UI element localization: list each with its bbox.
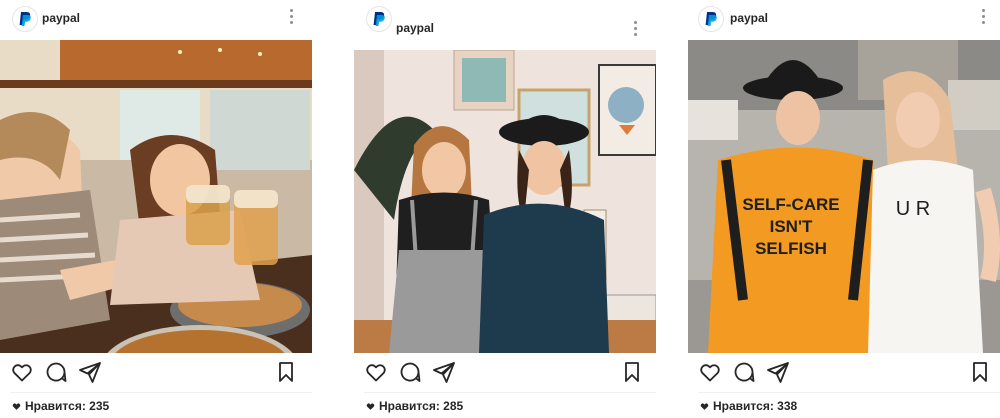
shirt-text-line3: SELFISH [755, 239, 827, 258]
post-header: paypal [12, 0, 312, 38]
post-actions [698, 360, 1000, 386]
share-icon[interactable] [432, 360, 456, 384]
post-photo[interactable]: SELF-CARE ISN'T SELFISH U R [688, 40, 1000, 353]
divider [698, 392, 1000, 393]
likes-count[interactable]: Нравится: 235 [12, 399, 109, 413]
heart-small-icon [700, 403, 709, 410]
likes-number: 285 [443, 399, 464, 413]
more-options-icon[interactable] [982, 9, 986, 25]
comment-icon[interactable] [398, 360, 422, 384]
avatar[interactable] [12, 6, 38, 32]
likes-count[interactable]: Нравится: 338 [700, 399, 797, 413]
share-icon[interactable] [78, 360, 102, 384]
heart-small-icon [12, 403, 21, 410]
heart-icon[interactable] [10, 360, 34, 384]
avatar[interactable] [698, 6, 724, 32]
avatar[interactable] [366, 6, 392, 32]
likes-number: 338 [777, 399, 798, 413]
share-icon[interactable] [766, 360, 790, 384]
more-options-icon[interactable] [290, 9, 294, 25]
post-card-2: paypal Нравится: 285 [354, 0, 656, 418]
likes-label: Нравится: [25, 399, 86, 413]
more-options-icon[interactable] [634, 21, 638, 37]
shirt-text-line1: SELF-CARE [742, 195, 839, 214]
likes-count[interactable]: Нравится: 285 [366, 399, 463, 413]
paypal-logo-icon [373, 12, 385, 26]
post-actions [10, 360, 312, 386]
username[interactable]: paypal [396, 21, 434, 35]
bookmark-icon[interactable] [968, 360, 992, 384]
post-actions [364, 360, 656, 386]
divider [364, 392, 656, 393]
post-photo[interactable] [0, 40, 312, 353]
likes-label: Нравится: [379, 399, 440, 413]
post-card-3: paypal SELF-CARE ISN'T SELFISH U R Нрави… [688, 0, 1000, 418]
heart-icon[interactable] [364, 360, 388, 384]
comment-icon[interactable] [732, 360, 756, 384]
heart-icon[interactable] [698, 360, 722, 384]
username[interactable]: paypal [730, 11, 768, 25]
paypal-logo-icon [705, 12, 717, 26]
photo-two-women [354, 50, 656, 353]
username[interactable]: paypal [42, 11, 80, 25]
tank-text: U R [896, 198, 930, 220]
shirt-text-line2: ISN'T [770, 217, 813, 236]
photo-friends-pizza [0, 40, 312, 353]
paypal-logo-icon [19, 12, 31, 26]
photo-couple-street: SELF-CARE ISN'T SELFISH U R [688, 40, 1000, 353]
post-header: paypal [354, 0, 656, 38]
divider [10, 392, 312, 393]
post-photo[interactable] [354, 50, 656, 353]
bookmark-icon[interactable] [620, 360, 644, 384]
likes-number: 235 [89, 399, 110, 413]
bookmark-icon[interactable] [274, 360, 298, 384]
post-card-1: paypal Нравится: 235 [0, 0, 312, 418]
post-header: paypal [688, 0, 1000, 38]
comment-icon[interactable] [44, 360, 68, 384]
heart-small-icon [366, 403, 375, 410]
likes-label: Нравится: [713, 399, 774, 413]
